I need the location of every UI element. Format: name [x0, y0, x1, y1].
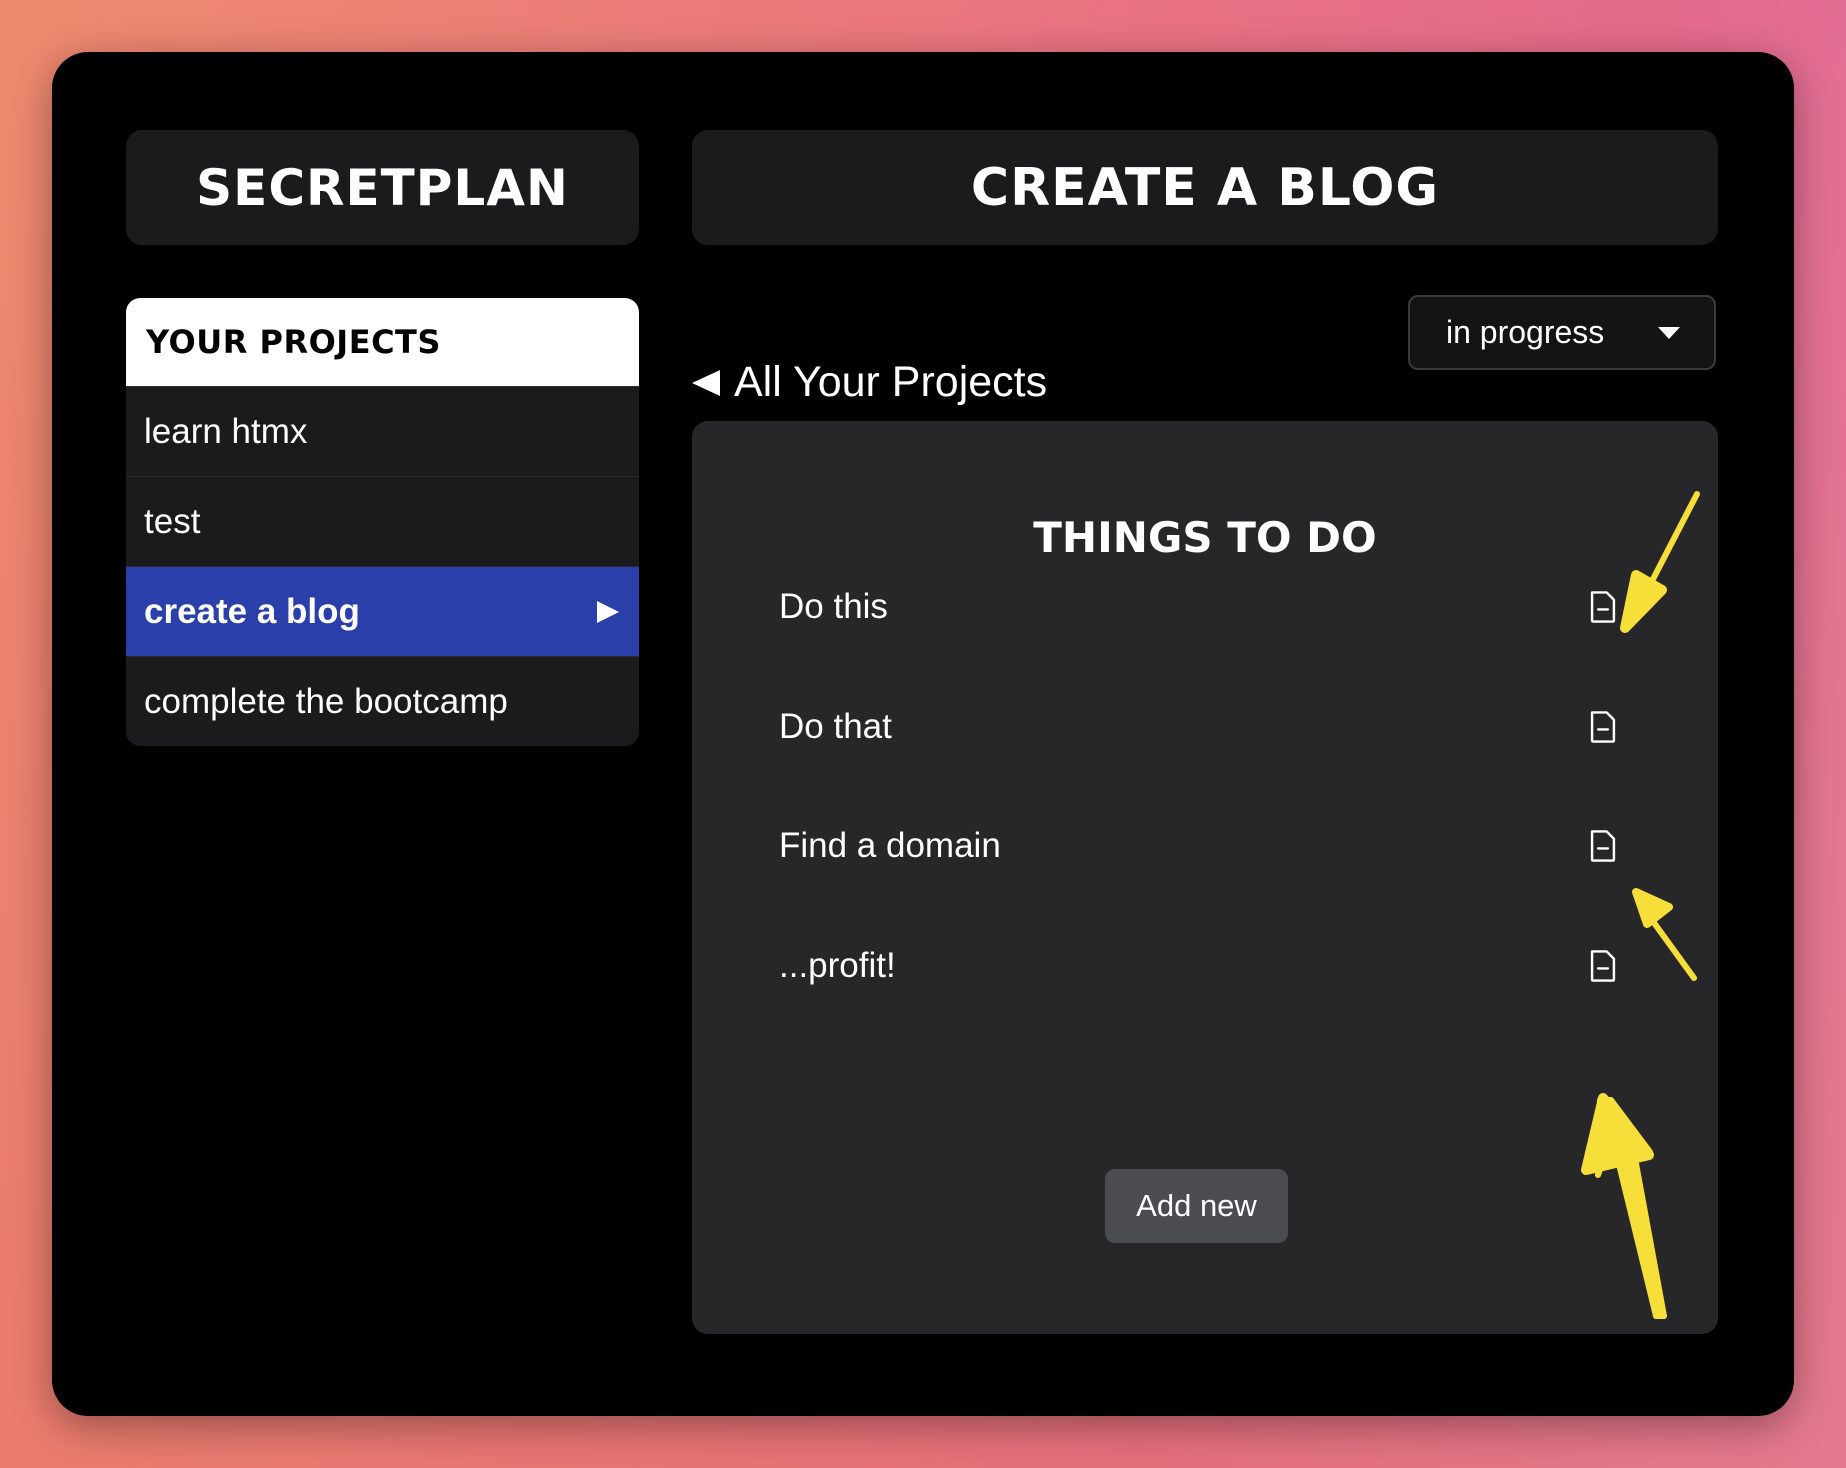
play-arrow-icon: [597, 600, 619, 623]
sidebar-item-label: learn htmx: [144, 411, 308, 451]
document-icon[interactable]: [1588, 590, 1618, 624]
document-icon[interactable]: [1588, 949, 1618, 983]
todo-item: Find a domain: [779, 816, 1618, 876]
page-title: CREATE A BLOG: [692, 130, 1718, 245]
document-icon[interactable]: [1588, 829, 1618, 863]
todo-item-label: Do this: [779, 587, 888, 626]
add-new-button[interactable]: Add new: [1105, 1169, 1288, 1243]
todo-item: ...profit!: [779, 936, 1618, 996]
logo-text: SECRETPLAN: [196, 158, 569, 217]
sidebar-item-test[interactable]: test: [126, 476, 639, 566]
back-arrow-icon: [692, 369, 720, 396]
app-logo[interactable]: SECRETPLAN: [126, 130, 639, 245]
back-link-label: All Your Projects: [734, 358, 1048, 406]
add-new-label: Add new: [1136, 1188, 1257, 1223]
todo-title: THINGS TO DO: [1033, 513, 1377, 562]
status-dropdown[interactable]: in progress: [1408, 295, 1716, 370]
sidebar-item-label: create a blog: [144, 591, 360, 631]
document-icon[interactable]: [1588, 710, 1618, 744]
sidebar-header: YOUR PROJECTS: [126, 298, 639, 386]
sidebar-item-label: test: [144, 501, 201, 541]
app-window: SECRETPLAN CREATE A BLOG YOUR PROJECTS l…: [52, 52, 1794, 1416]
sidebar-item-create-a-blog[interactable]: create a blog: [126, 566, 639, 656]
page-title-text: CREATE A BLOG: [970, 157, 1440, 218]
back-to-projects-link[interactable]: All Your Projects: [692, 358, 1047, 407]
todo-panel: THINGS TO DO Do this Do that Find a doma…: [692, 421, 1718, 1334]
status-selected-value: in progress: [1446, 314, 1605, 350]
projects-sidebar: YOUR PROJECTS learn htmx test create a b…: [126, 298, 639, 746]
sidebar-item-complete-the-bootcamp[interactable]: complete the bootcamp: [126, 656, 639, 746]
todo-item-label: Do that: [779, 707, 892, 746]
sidebar-item-label: complete the bootcamp: [144, 681, 508, 721]
todo-item: Do this: [779, 577, 1618, 637]
chevron-down-icon: [1658, 326, 1680, 339]
sidebar-item-learn-htmx[interactable]: learn htmx: [126, 386, 639, 476]
todo-item-label: Find a domain: [779, 826, 1001, 865]
todo-item-label: ...profit!: [779, 946, 896, 985]
todo-item: Do that: [779, 697, 1618, 757]
